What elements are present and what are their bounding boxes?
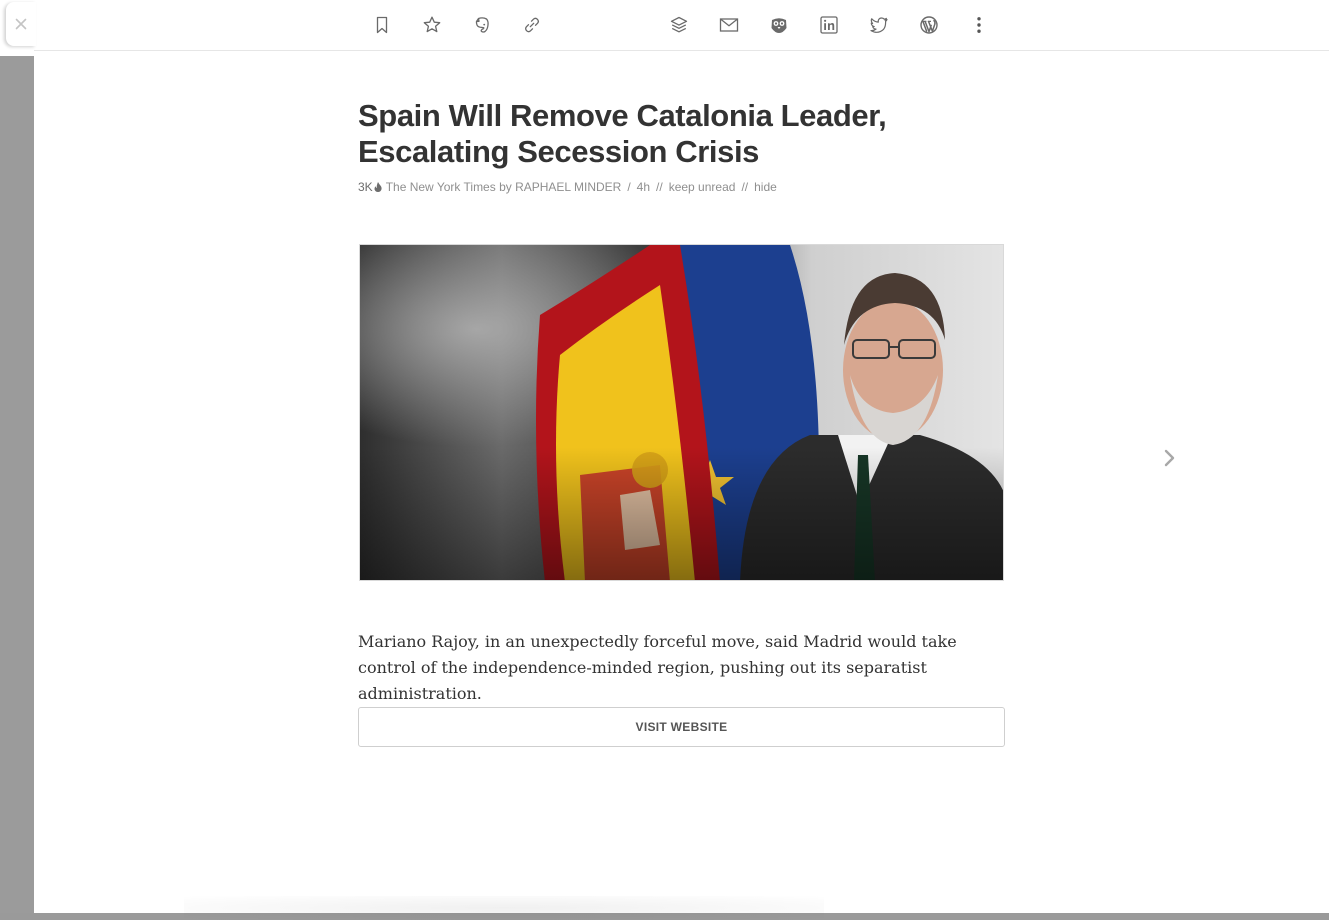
star-icon xyxy=(423,16,441,33)
article-image xyxy=(359,244,1004,581)
more-icon xyxy=(977,17,981,33)
buffer-button[interactable] xyxy=(665,11,693,39)
favorite-button[interactable] xyxy=(418,11,446,39)
bottom-shadow xyxy=(184,896,824,920)
keep-unread-link[interactable]: keep unread xyxy=(669,180,736,194)
hide-link[interactable]: hide xyxy=(754,180,777,194)
twitter-button[interactable] xyxy=(865,11,893,39)
linkedin-button[interactable] xyxy=(815,11,843,39)
article-age: 4h xyxy=(636,180,651,194)
next-article-button[interactable] xyxy=(1158,444,1180,472)
close-button[interactable] xyxy=(6,2,36,46)
bookmark-button[interactable] xyxy=(368,11,396,39)
close-icon xyxy=(15,18,27,30)
evernote-button[interactable] xyxy=(468,11,496,39)
copy-link-button[interactable] xyxy=(518,11,546,39)
article-summary: Mariano Rajoy, in an unexpectedly forcef… xyxy=(358,632,957,703)
bookmark-icon xyxy=(376,16,388,34)
email-button[interactable] xyxy=(715,11,743,39)
meta-separator: // xyxy=(741,180,749,194)
twitter-icon xyxy=(870,17,888,33)
backdrop-strip xyxy=(0,0,34,913)
meta-separator: // xyxy=(656,180,663,194)
chevron-right-icon xyxy=(1164,449,1175,467)
wordpress-button[interactable] xyxy=(915,11,943,39)
hootsuite-button[interactable] xyxy=(765,11,793,39)
visit-website-button[interactable]: VISIT WEBSITE xyxy=(358,707,1005,747)
article-header: Spain Will Remove Catalonia Leader, Esca… xyxy=(358,98,1004,194)
article-meta: 3K The New York Times by RAPHAEL MINDER … xyxy=(358,180,1004,194)
meta-separator: / xyxy=(627,180,631,194)
article-panel: Spain Will Remove Catalonia Leader, Esca… xyxy=(34,0,1329,920)
engagement-count: 3K xyxy=(358,180,373,194)
toolbar xyxy=(34,0,1329,51)
stack-icon xyxy=(670,16,688,33)
hootsuite-icon xyxy=(771,18,787,33)
flame-icon xyxy=(374,182,382,192)
article-title[interactable]: Spain Will Remove Catalonia Leader, Esca… xyxy=(358,98,1004,170)
source-link[interactable]: The New York Times by RAPHAEL MINDER xyxy=(386,180,622,194)
linkedin-icon xyxy=(820,16,838,34)
evernote-icon xyxy=(475,17,489,33)
email-icon xyxy=(719,18,739,32)
more-button[interactable] xyxy=(965,11,993,39)
link-icon xyxy=(525,17,539,33)
wordpress-icon xyxy=(920,16,938,34)
